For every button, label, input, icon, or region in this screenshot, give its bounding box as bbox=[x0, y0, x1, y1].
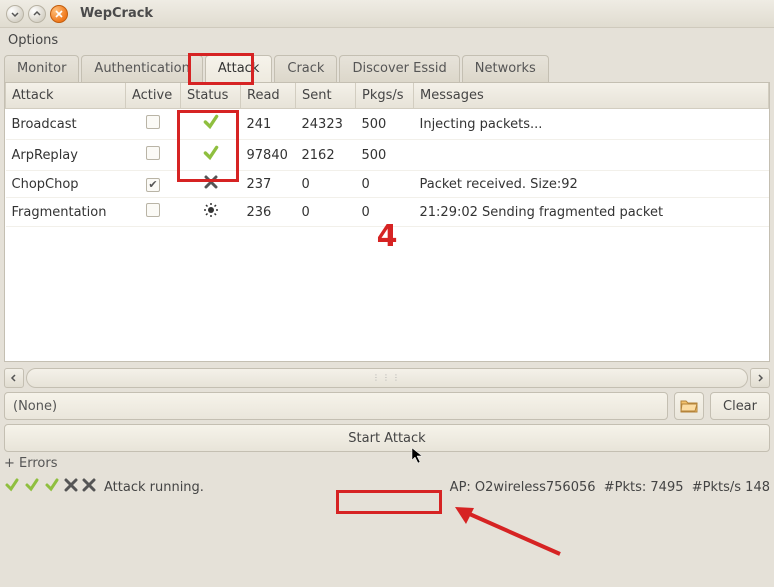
tab-monitor[interactable]: Monitor bbox=[4, 55, 79, 82]
cell-active[interactable]: ✔ bbox=[126, 171, 181, 198]
clear-button[interactable]: Clear bbox=[710, 392, 770, 420]
tab-discover-essid[interactable]: Discover Essid bbox=[339, 55, 459, 82]
check-icon bbox=[4, 477, 20, 497]
cell-read: 236 bbox=[241, 198, 296, 227]
cell-read: 241 bbox=[241, 109, 296, 140]
cell-attack: Broadcast bbox=[6, 109, 126, 140]
cell-sent: 0 bbox=[296, 171, 356, 198]
col-read[interactable]: Read bbox=[241, 83, 296, 109]
status-icons bbox=[4, 477, 96, 497]
errors-label: + Errors bbox=[4, 456, 58, 471]
statusbar: Attack running. AP: O2wireless756056 #Pk… bbox=[4, 473, 770, 501]
scroll-right-button[interactable] bbox=[750, 368, 770, 388]
tab-networks[interactable]: Networks bbox=[462, 55, 549, 82]
tab-label: Attack bbox=[218, 61, 260, 76]
status-ok-icon bbox=[202, 151, 220, 166]
attack-table: Attack Active Status Read Sent Pkgs/s Me… bbox=[4, 82, 770, 362]
minimize-button[interactable] bbox=[6, 5, 24, 23]
checkbox-icon[interactable]: ✔ bbox=[146, 178, 160, 192]
cell-read: 97840 bbox=[241, 140, 296, 171]
cell-read: 237 bbox=[241, 171, 296, 198]
annotation-arrow bbox=[450, 504, 570, 568]
start-attack-label: Start Attack bbox=[348, 431, 425, 446]
tabstrip: Monitor Authentication Attack Crack Disc… bbox=[0, 52, 774, 82]
tab-label: Crack bbox=[287, 61, 324, 76]
h-scrollbar[interactable]: ⋮⋮⋮ bbox=[4, 368, 770, 388]
check-icon bbox=[44, 477, 60, 497]
tab-attack[interactable]: Attack bbox=[205, 55, 273, 82]
status-text: Attack running. bbox=[104, 480, 204, 495]
cell-messages: 21:29:02 Sending fragmented packet bbox=[414, 198, 769, 227]
start-row: Start Attack bbox=[4, 424, 770, 452]
table-row[interactable]: ChopChop✔23700Packet received. Size:92 bbox=[6, 171, 769, 198]
cross-icon bbox=[64, 478, 78, 496]
scroll-track[interactable]: ⋮⋮⋮ bbox=[26, 368, 748, 388]
status-right: AP: O2wireless756056 #Pkts: 7495 #Pkts/s… bbox=[450, 480, 770, 495]
clear-label: Clear bbox=[723, 399, 757, 414]
cell-pkgs: 500 bbox=[356, 140, 414, 171]
cell-pkgs: 0 bbox=[356, 198, 414, 227]
cell-pkgs: 500 bbox=[356, 109, 414, 140]
cell-sent: 0 bbox=[296, 198, 356, 227]
tab-label: Monitor bbox=[17, 61, 66, 76]
cell-pkgs: 0 bbox=[356, 171, 414, 198]
cross-icon bbox=[82, 478, 96, 496]
checkbox-icon[interactable] bbox=[146, 146, 160, 160]
cell-active[interactable] bbox=[126, 140, 181, 171]
checkbox-icon[interactable] bbox=[146, 115, 160, 129]
window-title: WepCrack bbox=[80, 6, 153, 21]
col-status[interactable]: Status bbox=[181, 83, 241, 109]
status-ok-icon bbox=[202, 120, 220, 135]
col-sent[interactable]: Sent bbox=[296, 83, 356, 109]
cell-status bbox=[181, 198, 241, 227]
start-attack-button[interactable]: Start Attack bbox=[4, 424, 770, 452]
table-row[interactable]: ArpReplay 978402162500 bbox=[6, 140, 769, 171]
cell-status bbox=[181, 140, 241, 171]
file-field[interactable]: (None) bbox=[4, 392, 668, 420]
col-pkgs[interactable]: Pkgs/s bbox=[356, 83, 414, 109]
cell-attack: ArpReplay bbox=[6, 140, 126, 171]
cell-status bbox=[181, 171, 241, 198]
status-fail-icon bbox=[204, 178, 218, 193]
checkbox-icon[interactable] bbox=[146, 203, 160, 217]
table-header-row: Attack Active Status Read Sent Pkgs/s Me… bbox=[6, 83, 769, 109]
table-row[interactable]: Broadcast 24124323500Injecting packets... bbox=[6, 109, 769, 140]
cell-messages: Injecting packets... bbox=[414, 109, 769, 140]
file-row: (None) Clear bbox=[4, 392, 770, 420]
tab-label: Discover Essid bbox=[352, 61, 446, 76]
tab-label: Networks bbox=[475, 61, 536, 76]
cell-active[interactable] bbox=[126, 109, 181, 140]
folder-icon bbox=[680, 398, 698, 414]
open-file-button[interactable] bbox=[674, 392, 704, 420]
scroll-left-button[interactable] bbox=[4, 368, 24, 388]
cell-messages bbox=[414, 140, 769, 171]
tab-authentication[interactable]: Authentication bbox=[81, 55, 202, 82]
scroll-grip-icon: ⋮⋮⋮ bbox=[372, 373, 402, 382]
cell-attack: ChopChop bbox=[6, 171, 126, 198]
file-field-value: (None) bbox=[13, 399, 57, 414]
table-row[interactable]: Fragmentation2360021:29:02 Sending fragm… bbox=[6, 198, 769, 227]
col-attack[interactable]: Attack bbox=[6, 83, 126, 109]
tab-crack[interactable]: Crack bbox=[274, 55, 337, 82]
cell-messages: Packet received. Size:92 bbox=[414, 171, 769, 198]
cell-sent: 24323 bbox=[296, 109, 356, 140]
maximize-button[interactable] bbox=[28, 5, 46, 23]
cell-active[interactable] bbox=[126, 198, 181, 227]
tab-label: Authentication bbox=[94, 61, 189, 76]
cell-attack: Fragmentation bbox=[6, 198, 126, 227]
titlebar: WepCrack bbox=[0, 0, 774, 28]
errors-expander[interactable]: + Errors bbox=[4, 456, 770, 471]
menu-options[interactable]: Options bbox=[8, 33, 58, 48]
close-button[interactable] bbox=[50, 5, 68, 23]
col-messages[interactable]: Messages bbox=[414, 83, 769, 109]
cell-status bbox=[181, 109, 241, 140]
col-active[interactable]: Active bbox=[126, 83, 181, 109]
menubar: Options bbox=[0, 28, 774, 52]
check-icon bbox=[24, 477, 40, 497]
cell-sent: 2162 bbox=[296, 140, 356, 171]
status-working-icon bbox=[203, 207, 219, 222]
